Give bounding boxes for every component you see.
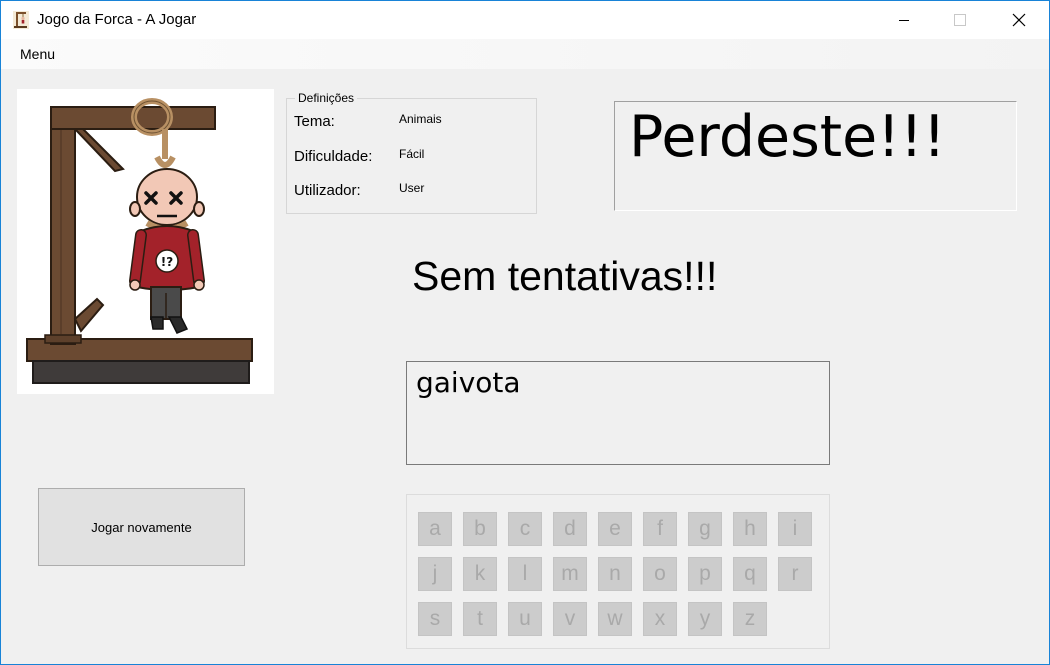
user-label: Utilizador: xyxy=(294,182,361,199)
minimize-button[interactable] xyxy=(881,1,927,39)
letter-button-v[interactable]: v xyxy=(553,602,587,636)
letter-button-l[interactable]: l xyxy=(508,557,542,591)
letter-button-n[interactable]: n xyxy=(598,557,632,591)
word-box: gaivota xyxy=(406,361,830,465)
letter-button-t[interactable]: t xyxy=(463,602,497,636)
menu-bar: Menu xyxy=(1,39,1049,69)
letter-button-h[interactable]: h xyxy=(733,512,767,546)
close-icon xyxy=(1012,13,1026,27)
play-again-button[interactable]: Jogar novamente xyxy=(38,488,245,566)
settings-legend: Definições xyxy=(295,91,358,105)
letter-button-a[interactable]: a xyxy=(418,512,452,546)
hangman-image: !? xyxy=(17,89,274,394)
secret-word: gaivota xyxy=(416,366,521,399)
difficulty-label: Dificuldade: xyxy=(294,148,373,165)
letter-button-k[interactable]: k xyxy=(463,557,497,591)
letter-button-y[interactable]: y xyxy=(688,602,722,636)
minimize-icon xyxy=(899,20,909,21)
theme-value: Animais xyxy=(399,112,442,126)
result-message: Perdeste!!! xyxy=(629,104,946,170)
letter-button-d[interactable]: d xyxy=(553,512,587,546)
maximize-icon xyxy=(954,14,966,26)
letter-button-w[interactable]: w xyxy=(598,602,632,636)
app-window: Jogo da Forca - A Jogar Menu !? Definiçõ… xyxy=(0,0,1050,665)
window-title: Jogo da Forca - A Jogar xyxy=(37,11,197,28)
letter-button-b[interactable]: b xyxy=(463,512,497,546)
letter-button-p[interactable]: p xyxy=(688,557,722,591)
letter-button-x[interactable]: x xyxy=(643,602,677,636)
letter-button-o[interactable]: o xyxy=(643,557,677,591)
letter-button-r[interactable]: r xyxy=(778,557,812,591)
svg-text:!?: !? xyxy=(161,255,173,269)
letter-button-i[interactable]: i xyxy=(778,512,812,546)
letter-button-s[interactable]: s xyxy=(418,602,452,636)
letter-button-g[interactable]: g xyxy=(688,512,722,546)
letter-button-u[interactable]: u xyxy=(508,602,542,636)
settings-group: Definições Tema: Animais Dificuldade: Fá… xyxy=(286,91,537,214)
user-value: User xyxy=(399,181,425,195)
attempts-status: Sem tentativas!!! xyxy=(412,253,718,299)
difficulty-value: Fácil xyxy=(399,147,425,161)
close-button[interactable] xyxy=(996,1,1042,39)
maximize-button[interactable] xyxy=(937,1,983,39)
menu-item-menu[interactable]: Menu xyxy=(20,46,55,62)
result-box: Perdeste!!! xyxy=(614,101,1017,211)
letter-button-z[interactable]: z xyxy=(733,602,767,636)
title-bar[interactable]: Jogo da Forca - A Jogar xyxy=(1,1,1049,39)
theme-label: Tema: xyxy=(294,113,335,130)
letter-button-q[interactable]: q xyxy=(733,557,767,591)
letter-button-e[interactable]: e xyxy=(598,512,632,546)
letter-button-c[interactable]: c xyxy=(508,512,542,546)
hangman-app-icon xyxy=(13,11,29,29)
hangman-illustration: !? xyxy=(26,98,253,384)
letter-button-j[interactable]: j xyxy=(418,557,452,591)
letter-button-f[interactable]: f xyxy=(643,512,677,546)
letter-keyboard: abcdefghi jklmnopqr stuvwxyz xyxy=(406,494,830,649)
letter-button-m[interactable]: m xyxy=(553,557,587,591)
